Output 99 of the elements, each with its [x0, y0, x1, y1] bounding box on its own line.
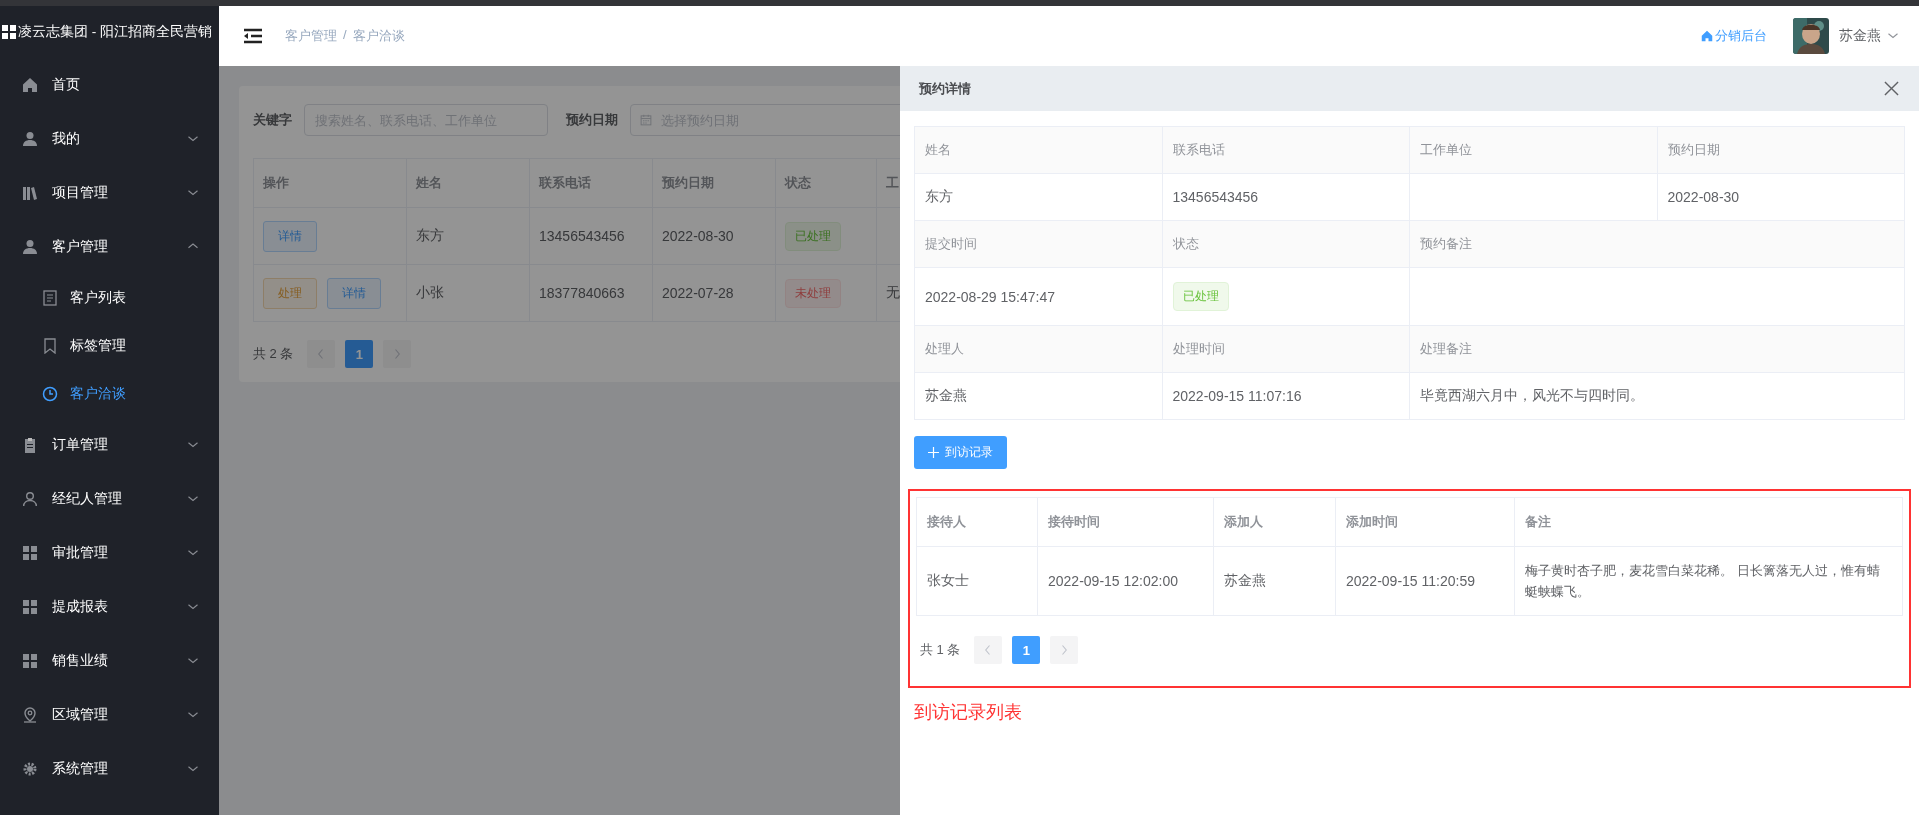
menu-label: 系统管理: [52, 760, 109, 778]
books-icon: [22, 185, 38, 201]
menu-label: 提成报表: [52, 598, 109, 616]
menu-item[interactable]: 项目管理: [0, 166, 219, 220]
table-cell: 张女士: [917, 547, 1038, 616]
menu-label: 订单管理: [52, 436, 109, 454]
grid-icon: [1, 24, 17, 40]
previous-page-button[interactable]: [974, 636, 1003, 664]
field-label: 处理时间: [1162, 326, 1410, 373]
plus-icon: [928, 447, 939, 458]
menu-item[interactable]: 经纪人管理: [0, 472, 219, 526]
user-name[interactable]: 苏金燕: [1839, 27, 1881, 45]
menu-label: 经纪人管理: [52, 490, 123, 508]
menu-label: 首页: [52, 76, 81, 94]
column-header: 操作: [253, 158, 407, 208]
submenu-label: 客户列表: [70, 289, 126, 307]
clock-icon: [42, 386, 58, 402]
total-count: 共 2 条: [253, 345, 294, 363]
gear-icon: [22, 761, 38, 777]
column-header: 状态: [775, 158, 877, 208]
menu-icon[interactable]: [243, 28, 263, 44]
menu-label: 客户管理: [52, 238, 109, 256]
house-icon: [1701, 30, 1713, 42]
grid-icon: [22, 653, 38, 669]
field-label: 工作单位: [1410, 127, 1658, 174]
previous-page-button[interactable]: [307, 340, 336, 368]
menu-label: 审批管理: [52, 544, 109, 562]
close-icon[interactable]: [1884, 81, 1899, 96]
menu-label: 销售业绩: [52, 652, 109, 670]
submenu-label: 标签管理: [70, 337, 126, 355]
column-header: 接待人: [917, 498, 1038, 547]
submenu-item[interactable]: 标签管理: [0, 322, 219, 370]
field-label: 预约日期: [1657, 127, 1905, 174]
column-header: 添加时间: [1336, 498, 1515, 547]
field-value: 2022-09-15 11:07:16: [1162, 373, 1410, 420]
menu-item[interactable]: 审批管理: [0, 526, 219, 580]
app-title: 凌云志集团 - 阳江招商全民营销: [18, 23, 213, 41]
menu-item[interactable]: 订单管理: [0, 418, 219, 472]
menu-item[interactable]: 我的: [0, 112, 219, 166]
menu-label: 我的: [52, 130, 81, 148]
breadcrumb-item: 客户洽谈: [352, 27, 405, 45]
field-label: 预约备注: [1410, 221, 1905, 268]
bookmark-icon: [42, 338, 58, 354]
field-label: 处理备注: [1410, 326, 1905, 373]
table-cell: 18377840663: [529, 264, 653, 322]
column-header: 预约日期: [652, 158, 776, 208]
grid-icon: [22, 599, 38, 615]
annotation-label: 到访记录列表: [914, 701, 1023, 724]
table-cell: 小张: [406, 264, 530, 322]
table-cell: 13456543456: [529, 207, 653, 265]
person-icon: [22, 131, 38, 147]
status-tag: 未处理: [785, 278, 841, 308]
column-header: 添加人: [1214, 498, 1336, 547]
field-value: 毕竟西湖六月中，风光不与四时同。: [1410, 373, 1905, 420]
clipboard-icon: [22, 437, 38, 453]
grid-icon: [22, 545, 38, 561]
person-outline-icon: [22, 491, 38, 507]
submenu-item[interactable]: 客户洽谈: [0, 370, 219, 418]
submenu-label: 客户洽谈: [70, 385, 126, 403]
table-cell: 2022-08-30: [652, 207, 776, 265]
column-header: 接待时间: [1038, 498, 1214, 547]
calendar-icon: [640, 114, 652, 126]
map-pin-icon: [22, 707, 38, 723]
column-header: 备注: [1515, 498, 1903, 547]
menu-item[interactable]: 提成报表: [0, 580, 219, 634]
next-page-button[interactable]: [1050, 636, 1079, 664]
menu-item[interactable]: 系统管理: [0, 742, 219, 796]
field-label: 提交时间: [915, 221, 1163, 268]
column-header: 联系电话: [529, 158, 653, 208]
document-icon: [42, 290, 58, 306]
field-label: 状态: [1162, 221, 1410, 268]
table-cell: 2022-09-15 11:20:59: [1336, 547, 1515, 616]
menu-item[interactable]: 销售业绩: [0, 634, 219, 688]
drawer-title: 预约详情: [919, 79, 971, 98]
field-label: 联系电话: [1162, 127, 1410, 174]
person-icon: [22, 239, 38, 255]
breadcrumb-separator: /: [343, 27, 347, 44]
house-icon: [22, 77, 38, 93]
menu-item[interactable]: 客户管理: [0, 220, 219, 274]
field-label: 处理人: [915, 326, 1163, 373]
status-tag: 已处理: [785, 221, 841, 251]
menu-label: 项目管理: [52, 184, 109, 202]
next-page-button[interactable]: [383, 340, 412, 368]
submenu-item[interactable]: 客户列表: [0, 274, 219, 322]
filter-label: 预约日期: [566, 111, 618, 129]
status-tag: 已处理: [1172, 282, 1229, 311]
table-cell: 东方: [406, 207, 530, 265]
filter-label: 关键字: [253, 111, 292, 129]
table-cell: 2022-07-28: [652, 264, 776, 322]
total-count: 共 1 条: [920, 641, 961, 659]
column-header: 姓名: [406, 158, 530, 208]
table-cell: 2022-09-15 12:02:00: [1038, 547, 1214, 616]
field-label: 姓名: [915, 127, 1163, 174]
menu-label: 区域管理: [52, 706, 109, 724]
menu-item[interactable]: 首页: [0, 58, 219, 112]
table-cell: 苏金燕: [1214, 547, 1336, 616]
table-cell: 梅子黄时杏子肥，麦花雪白菜花稀。 日长篱落无人过，惟有蜻蜓蛱蝶飞。: [1515, 547, 1903, 616]
menu-item[interactable]: 区域管理: [0, 688, 219, 742]
field-value: 苏金燕: [915, 373, 1163, 420]
